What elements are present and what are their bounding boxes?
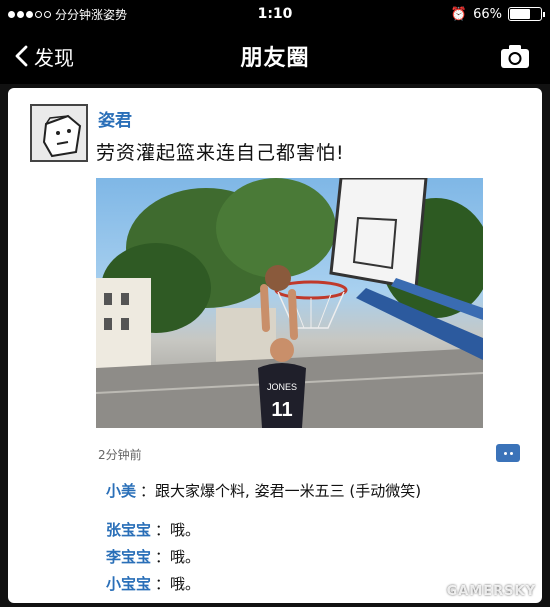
comment-separator: ： <box>155 548 171 566</box>
comment-button[interactable] <box>496 444 520 462</box>
jersey-text: JONES <box>267 382 297 392</box>
comment-text: 跟大家爆个料, 姿君一米五三 (手动微笑) <box>155 482 422 500</box>
post-timestamp: 2分钟前 <box>98 448 142 462</box>
battery-percent: 66% <box>473 6 502 22</box>
page-title: 朋友圈 <box>240 46 310 71</box>
basketball-photo-illustration: JONES 11 <box>96 178 483 428</box>
nav-bar: 发现 朋友圈 <box>0 28 550 84</box>
post-author[interactable]: 姿君 <box>98 106 132 131</box>
alarm-icon: ⏰ <box>450 6 468 22</box>
carrier-name: 分分钟涨姿势 <box>55 7 128 22</box>
comment-item: 李宝宝： 哦。 <box>106 543 526 570</box>
post-text: 劳资灌起篮来连自己都害怕! <box>96 142 345 164</box>
avatar[interactable] <box>30 104 88 162</box>
jersey-number: 11 <box>271 399 292 421</box>
comment-text: 哦。 <box>170 575 201 593</box>
commenter-name[interactable]: 李宝宝 <box>106 546 151 567</box>
camera-icon[interactable] <box>500 43 530 69</box>
moment-card: 姿君 劳资灌起篮来连自己都害怕! JONES 11 2分钟前 小美 ： 跟大家爆… <box>8 88 542 603</box>
commenter-name[interactable]: 小美 <box>106 480 136 501</box>
battery-level <box>510 9 530 19</box>
chevron-left-icon <box>15 45 28 67</box>
cartoon-face-icon <box>32 106 86 160</box>
battery-icon <box>508 7 545 21</box>
status-bar: 分分钟涨姿势 1:10 ⏰ 66% <box>0 0 550 28</box>
commenter-name[interactable]: 小宝宝 <box>106 573 151 594</box>
comment-separator: ： <box>155 521 171 539</box>
comment-item: 张宝宝： 哦。 <box>106 516 526 543</box>
post-photo[interactable]: JONES 11 <box>96 178 483 428</box>
comment-separator: ： <box>155 575 171 593</box>
comment-text: 哦。 <box>170 548 201 566</box>
comment-item: 小美： 跟大家爆个料, 姿君一米五三 (手动微笑) <box>106 480 526 516</box>
commenter-name[interactable]: 张宝宝 <box>106 519 151 540</box>
back-button[interactable]: 发现 <box>14 42 74 71</box>
signal-strength-icon <box>8 10 51 18</box>
comment-separator: ： <box>140 482 156 500</box>
watermark: GAMERSKY <box>446 584 536 599</box>
status-time: 1:10 <box>257 6 293 22</box>
comment-list: 小美： 跟大家爆个料, 姿君一米五三 (手动微笑) 张宝宝： 哦。 李宝宝： 哦… <box>106 480 526 597</box>
comment-text: 哦。 <box>170 521 201 539</box>
back-label: 发现 <box>34 45 74 70</box>
